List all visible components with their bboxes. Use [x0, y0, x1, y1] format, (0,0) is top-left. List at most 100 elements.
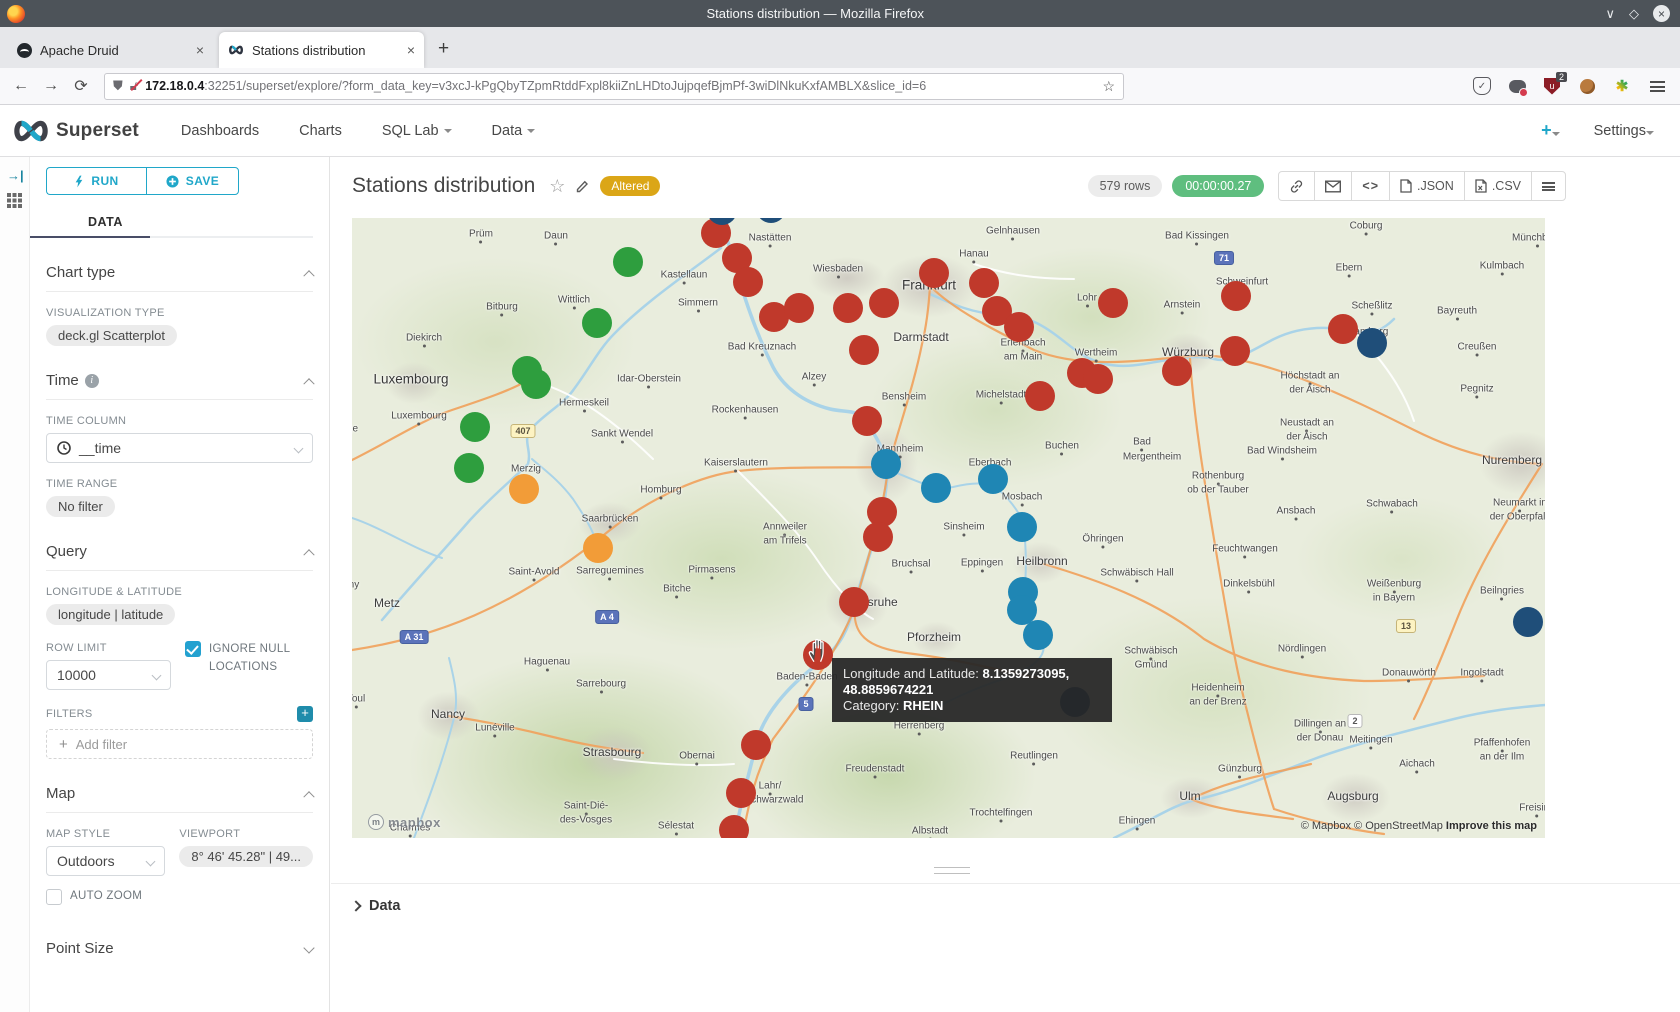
run-button[interactable]: RUN — [46, 167, 146, 195]
section-time[interactable]: Timei — [46, 372, 313, 400]
viewport-value[interactable]: 8° 46' 45.28" | 49... — [179, 846, 313, 867]
browser-tab-stations-distribution[interactable]: Stations distribution × — [219, 32, 424, 68]
scatter-point-navy[interactable] — [1357, 328, 1387, 358]
scatter-point-blue[interactable] — [978, 464, 1008, 494]
scatter-point-orange[interactable] — [509, 474, 539, 504]
pocket-shield-icon[interactable]: ✓ — [1473, 77, 1491, 95]
export-json-button[interactable]: .JSON — [1390, 172, 1465, 200]
browser-menu-icon[interactable] — [1650, 81, 1665, 92]
scatter-point-navy[interactable] — [1513, 607, 1543, 637]
scatter-point-red[interactable] — [784, 293, 814, 323]
scatter-point-red[interactable] — [1004, 312, 1034, 342]
copy-link-button[interactable] — [1279, 172, 1315, 200]
nav-sql-lab[interactable]: SQL Lab — [382, 123, 452, 139]
expand-dataset-panel-icon[interactable]: →| — [7, 168, 24, 183]
dataset-grid-icon[interactable] — [7, 193, 22, 208]
nav-settings[interactable]: Settings — [1594, 123, 1654, 139]
scatter-point-red[interactable] — [1220, 336, 1250, 366]
improve-map-link[interactable]: Improve this map — [1446, 820, 1537, 832]
superset-logo[interactable]: Superset — [12, 118, 139, 144]
viz-type-value[interactable]: deck.gl Scatterplot — [46, 325, 177, 346]
time-column-select[interactable]: __time — [46, 433, 313, 463]
email-share-button[interactable] — [1315, 172, 1352, 200]
auto-zoom-row[interactable]: AUTO ZOOM — [46, 888, 313, 906]
section-point-size[interactable]: Point Size — [46, 940, 313, 967]
nav-dashboards[interactable]: Dashboards — [181, 123, 259, 139]
scatter-point-red[interactable] — [733, 267, 763, 297]
export-csv-button[interactable]: .CSV — [1465, 172, 1532, 200]
insecure-lock-icon[interactable]: 🔓︎ — [130, 78, 138, 94]
scatter-point-blue[interactable] — [1007, 512, 1037, 542]
reload-button[interactable]: ⟳ — [66, 76, 96, 96]
scatter-point-red[interactable] — [833, 293, 863, 323]
row-limit-select[interactable]: 10000 — [46, 660, 171, 690]
url-bar[interactable]: ⛊ 🔓︎ 172.18.0.4:32251/superset/explore/?… — [104, 73, 1124, 100]
nav-charts[interactable]: Charts — [299, 123, 342, 139]
nav-data[interactable]: Data — [492, 123, 536, 139]
scatter-point-blue[interactable] — [871, 449, 901, 479]
scatter-point-red[interactable] — [1083, 364, 1113, 394]
save-button[interactable]: SAVE — [146, 167, 239, 195]
scatter-point-red[interactable] — [1221, 281, 1251, 311]
map-attribution[interactable]: © Mapbox © OpenStreetMap Improve this ma… — [1301, 820, 1537, 832]
section-chart-type[interactable]: Chart type — [46, 264, 313, 292]
scatter-point-red[interactable] — [839, 587, 869, 617]
ignore-null-checkbox[interactable] — [185, 641, 201, 657]
edit-pencil-icon[interactable] — [575, 179, 590, 194]
colorful-extension-icon[interactable]: ✱ — [1613, 77, 1631, 95]
scatter-point-red[interactable] — [852, 406, 882, 436]
scatter-point-red[interactable] — [726, 778, 756, 808]
forward-button[interactable]: → — [36, 77, 66, 95]
scatter-point-blue[interactable] — [1023, 620, 1053, 650]
scatter-point-red[interactable] — [719, 815, 749, 838]
chart-menu-button[interactable] — [1532, 172, 1565, 200]
tracking-shield-icon[interactable]: ⛊ — [113, 78, 123, 94]
cookie-extension-icon[interactable] — [1580, 79, 1595, 94]
scatter-point-green[interactable] — [582, 308, 612, 338]
mask-extension-icon[interactable] — [1509, 80, 1526, 93]
scatter-point-red[interactable] — [849, 335, 879, 365]
mapbox-logo[interactable]: m mapbox — [368, 814, 441, 830]
scatter-point-red[interactable] — [741, 730, 771, 760]
tab-close-icon[interactable]: × — [196, 42, 204, 58]
data-results-panel[interactable]: Data — [331, 883, 1680, 914]
time-range-value[interactable]: No filter — [46, 496, 115, 517]
scatter-point-green[interactable] — [613, 247, 643, 277]
add-filter-plus-button[interactable]: + — [297, 706, 313, 722]
window-close-button[interactable]: × — [1653, 5, 1670, 22]
altered-badge[interactable]: Altered — [600, 176, 660, 196]
scatter-point-green[interactable] — [521, 369, 551, 399]
scatter-point-red[interactable] — [1098, 288, 1128, 318]
bookmark-star-icon[interactable]: ☆ — [1102, 78, 1115, 95]
scatter-point-red[interactable] — [869, 288, 899, 318]
scatter-point-green[interactable] — [460, 412, 490, 442]
scatter-point-green[interactable] — [454, 453, 484, 483]
scatter-point-red[interactable] — [969, 268, 999, 298]
scatter-point-orange[interactable] — [583, 533, 613, 563]
scatter-point-red[interactable] — [919, 258, 949, 288]
back-button[interactable]: ← — [6, 77, 36, 95]
scatter-point-red[interactable] — [863, 522, 893, 552]
scatter-point-red[interactable] — [1025, 381, 1055, 411]
add-new-button[interactable]: + — [1541, 120, 1560, 141]
window-maximize-button[interactable]: ◇ — [1629, 6, 1639, 22]
ignore-null-checkbox-row[interactable]: IGNORE NULLLOCATIONS — [185, 641, 313, 677]
scatter-point-red[interactable] — [1162, 356, 1192, 386]
scatter-point-blue[interactable] — [921, 473, 951, 503]
map-style-select[interactable]: Outdoors — [46, 846, 165, 876]
map-canvas[interactable]: PrümDaunNastättenGelnhausenBad Kissingen… — [352, 218, 1545, 838]
section-query[interactable]: Query — [46, 543, 313, 571]
section-map[interactable]: Map — [46, 785, 313, 813]
add-filter-box[interactable]: + Add filter — [46, 729, 313, 759]
tab-close-icon[interactable]: × — [407, 42, 415, 58]
embed-code-button[interactable]: <> — [1352, 172, 1390, 200]
favorite-star-icon[interactable]: ☆ — [549, 176, 565, 197]
scatter-point-red[interactable] — [1328, 314, 1358, 344]
window-minimize-button[interactable]: ∨ — [1605, 6, 1615, 22]
lonlat-value[interactable]: longitude | latitude — [46, 604, 175, 625]
new-tab-button[interactable]: + — [438, 38, 449, 60]
panel-drag-handle[interactable] — [934, 867, 970, 874]
tab-data[interactable]: DATA — [88, 215, 123, 229]
browser-tab-apache-druid[interactable]: Apache Druid × — [8, 32, 213, 68]
auto-zoom-checkbox[interactable] — [46, 889, 62, 905]
